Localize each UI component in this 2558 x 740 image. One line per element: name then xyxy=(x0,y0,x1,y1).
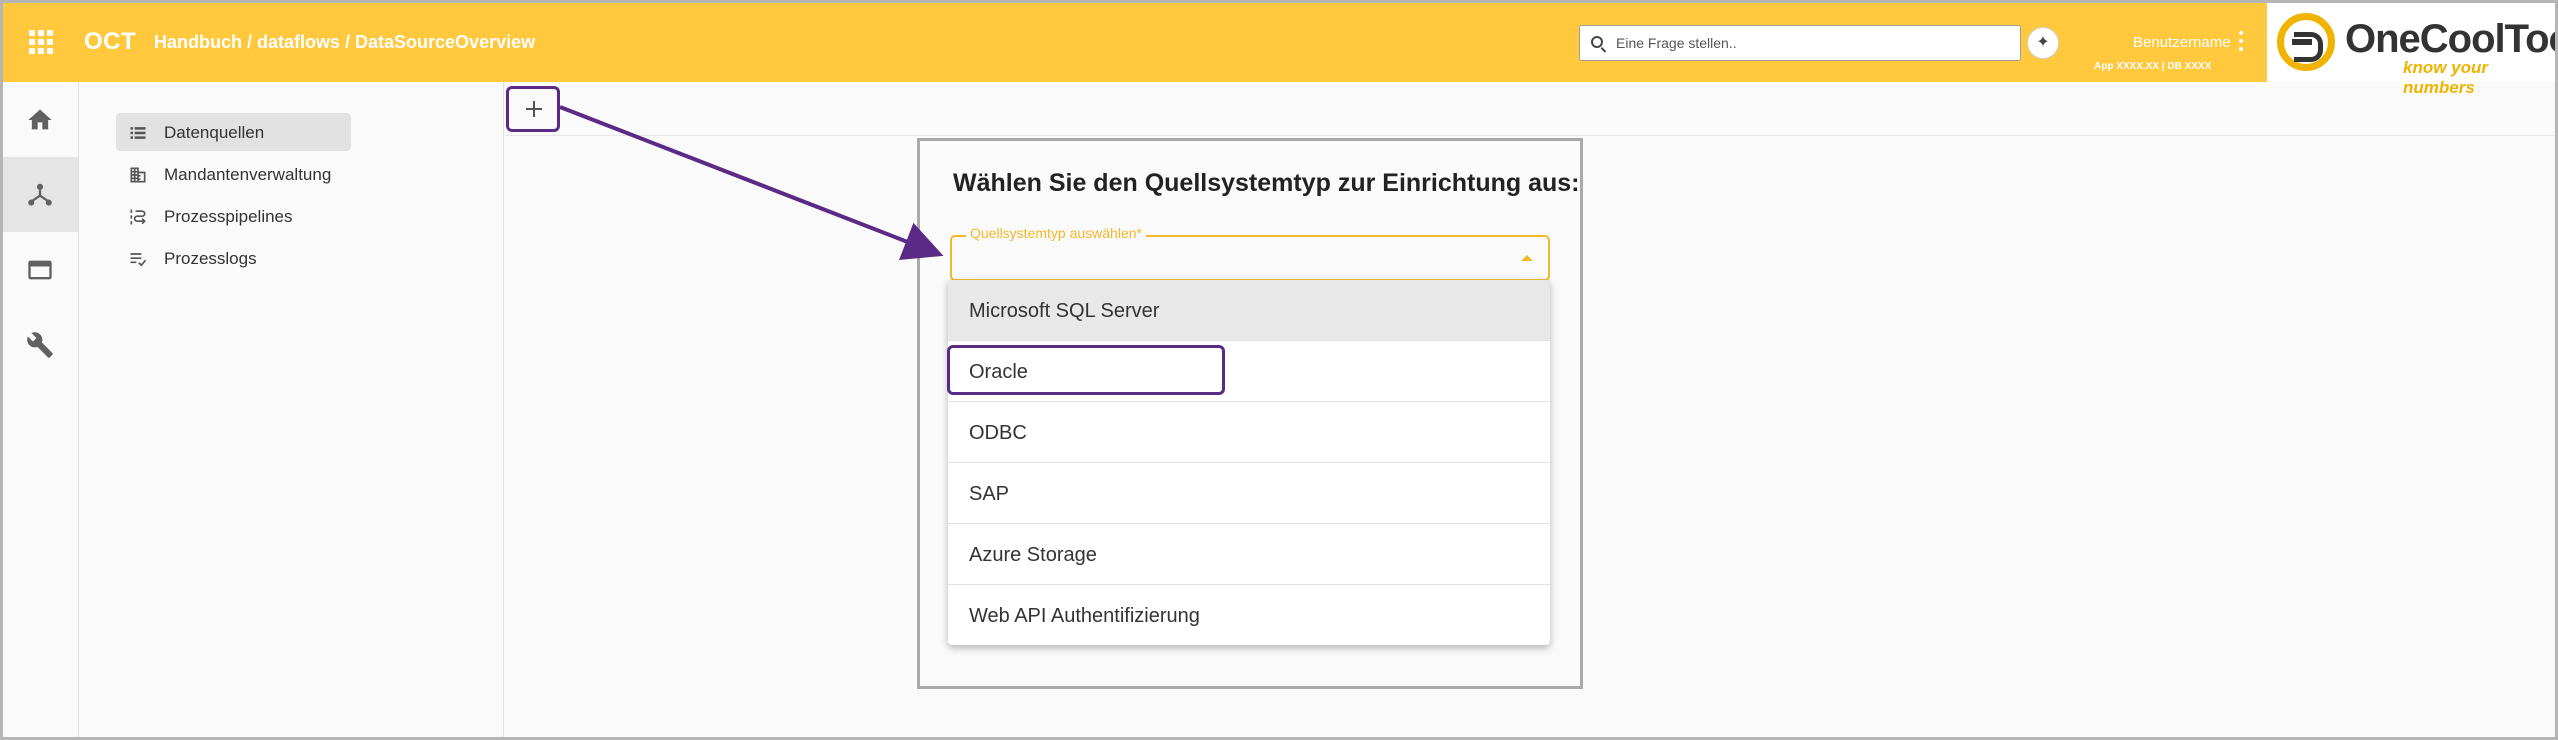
rail-item-dataflows[interactable] xyxy=(3,157,78,232)
option-web-api[interactable]: Web API Authentifizierung xyxy=(948,585,1550,646)
search-icon xyxy=(1591,36,1603,48)
select-label: Quellsystemtyp auswählen* xyxy=(966,225,1146,241)
breadcrumb: Handbuch / dataflows / DataSourceOvervie… xyxy=(154,32,536,52)
version-info: App XXXX.XX | DB XXXX xyxy=(2094,61,2212,72)
option-odbc[interactable]: ODBC xyxy=(948,402,1550,463)
home-icon xyxy=(28,109,52,130)
caret-up-icon[interactable] xyxy=(1521,255,1533,261)
oracle-highlight-box xyxy=(947,345,1225,395)
option-label: ODBC xyxy=(969,422,1027,444)
app-window: OCT Handbuch / dataflows / DataSourceOve… xyxy=(0,0,2558,740)
sparkle-assistant-button[interactable]: ✦ xyxy=(2027,27,2059,59)
nav-item-label: Datenquellen xyxy=(164,123,265,142)
nav-item-label: Prozesslogs xyxy=(164,249,257,268)
search-box[interactable] xyxy=(1579,25,2021,61)
dialog-title: Wählen Sie den Quellsystemtyp zur Einric… xyxy=(953,169,1580,197)
browser-window-icon xyxy=(28,260,52,280)
nav-item-label: Mandantenverwaltung xyxy=(164,165,332,184)
icon-rail xyxy=(3,82,79,737)
rail-item-home[interactable] xyxy=(3,82,78,157)
source-type-dropdown: Microsoft SQL Server Oracle ODBC SAP Azu… xyxy=(948,280,1550,645)
nav-item-mandantenverwaltung[interactable]: Mandantenverwaltung xyxy=(116,155,351,193)
pipeline-icon xyxy=(130,209,146,225)
source-type-select[interactable]: Quellsystemtyp auswählen* xyxy=(950,225,1550,281)
option-sap[interactable]: SAP xyxy=(948,463,1550,524)
logo: OneCoolTool know your numbers xyxy=(2267,3,2555,97)
app-title[interactable]: OCT xyxy=(84,28,136,56)
logo-mark-icon xyxy=(2277,13,2335,71)
content-toolbar-divider xyxy=(505,135,2555,136)
secondary-nav: Datenquellen Mandantenverwaltung Prozess… xyxy=(79,82,504,737)
option-label: SAP xyxy=(969,483,1010,505)
top-bar: OCT Handbuch / dataflows / DataSourceOve… xyxy=(3,3,2555,97)
nav-item-prozesslogs[interactable]: Prozesslogs xyxy=(116,239,351,277)
option-azure-storage[interactable]: Azure Storage xyxy=(948,524,1550,585)
logo-text: OneCoolTool xyxy=(2345,17,2555,61)
more-menu-icon[interactable] xyxy=(2239,31,2243,51)
add-datasource-button[interactable] xyxy=(506,86,560,132)
option-label: Microsoft SQL Server xyxy=(969,300,1160,322)
apps-grid-icon[interactable] xyxy=(29,30,53,54)
building-icon xyxy=(130,167,146,183)
search-input[interactable] xyxy=(1616,32,2006,54)
rail-item-tools[interactable] xyxy=(3,307,78,382)
logo-tagline: know your numbers xyxy=(2403,58,2489,97)
option-label: Azure Storage xyxy=(969,544,1097,566)
nav-item-prozesspipelines[interactable]: Prozesspipelines xyxy=(116,197,351,235)
option-label: Web API Authentifizierung xyxy=(969,605,1200,627)
wrench-icon xyxy=(27,332,53,358)
nav-item-label: Prozesspipelines xyxy=(164,207,293,226)
option-mssql[interactable]: Microsoft SQL Server xyxy=(948,280,1550,341)
checklist-icon xyxy=(130,253,147,267)
rail-item-browser[interactable] xyxy=(3,232,78,307)
list-icon xyxy=(130,127,146,139)
nav-item-datenquellen[interactable]: Datenquellen xyxy=(116,113,351,151)
dataflow-icon xyxy=(28,183,52,206)
username[interactable]: Benutzername xyxy=(2133,34,2231,51)
